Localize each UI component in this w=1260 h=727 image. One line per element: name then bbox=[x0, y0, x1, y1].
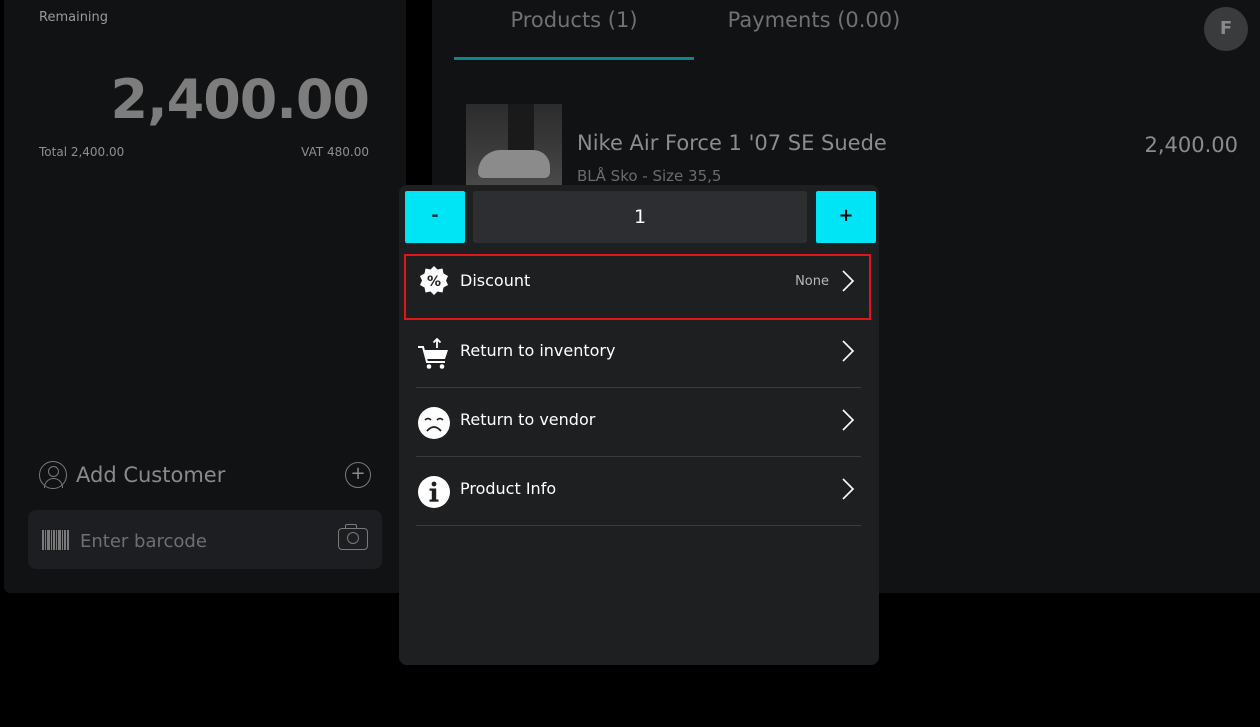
barcode-icon bbox=[42, 530, 70, 550]
tab-products[interactable]: Products (1) bbox=[454, 8, 694, 60]
menu-item-label: Discount bbox=[460, 271, 531, 290]
info-icon bbox=[418, 476, 450, 508]
remaining-amount: 2,400.00 bbox=[110, 68, 370, 131]
chevron-right-icon bbox=[842, 409, 855, 431]
order-summary-panel: Remaining 2,400.00 Total 2,400.00 VAT 48… bbox=[4, 0, 406, 593]
pos-screen: Remaining 2,400.00 Total 2,400.00 VAT 48… bbox=[0, 0, 1260, 727]
menu-item-label: Product Info bbox=[460, 479, 557, 498]
chevron-right-icon bbox=[842, 340, 855, 362]
menu-item-discount[interactable]: % Discount None bbox=[416, 257, 861, 326]
quantity-decrease-button[interactable]: - bbox=[405, 191, 465, 243]
add-customer-label: Add Customer bbox=[76, 463, 226, 487]
line-item-options-popover: - 1 + % Discount None Return to inventor… bbox=[399, 185, 879, 665]
svg-text:%: % bbox=[427, 274, 441, 290]
product-image[interactable] bbox=[466, 104, 562, 186]
remaining-label: Remaining bbox=[39, 10, 109, 25]
cart-return-icon bbox=[418, 337, 448, 369]
plus-circle-icon[interactable]: + bbox=[345, 462, 371, 488]
sad-face-icon bbox=[418, 407, 450, 439]
chevron-right-icon bbox=[842, 478, 855, 500]
quantity-field[interactable]: 1 bbox=[473, 191, 807, 243]
product-price: 2,400.00 bbox=[1144, 133, 1238, 157]
chevron-right-icon bbox=[842, 270, 855, 292]
barcode-field-container bbox=[28, 510, 382, 569]
quantity-increase-button[interactable]: + bbox=[816, 191, 876, 243]
menu-item-product-info[interactable]: Product Info bbox=[416, 457, 861, 526]
total-label: Total 2,400.00 bbox=[39, 145, 125, 159]
vat-label: VAT 480.00 bbox=[301, 145, 369, 159]
camera-icon[interactable] bbox=[338, 524, 368, 550]
product-name: Nike Air Force 1 '07 SE Suede bbox=[577, 131, 887, 155]
barcode-input[interactable] bbox=[78, 525, 322, 557]
active-tab-indicator bbox=[454, 57, 694, 60]
discount-value: None bbox=[795, 274, 829, 289]
user-icon bbox=[39, 461, 67, 489]
menu-item-return-to-vendor[interactable]: Return to vendor bbox=[416, 388, 861, 457]
tab-payments[interactable]: Payments (0.00) bbox=[694, 8, 934, 60]
menu-item-return-to-inventory[interactable]: Return to inventory bbox=[416, 319, 861, 388]
product-variant: BLÅ Sko - Size 35,5 bbox=[577, 167, 722, 185]
avatar[interactable]: F bbox=[1204, 7, 1248, 51]
percent-badge-icon: % bbox=[420, 266, 448, 295]
menu-item-label: Return to vendor bbox=[460, 410, 596, 429]
add-customer-button[interactable]: Add Customer + bbox=[39, 458, 371, 492]
menu-item-label: Return to inventory bbox=[460, 341, 616, 360]
